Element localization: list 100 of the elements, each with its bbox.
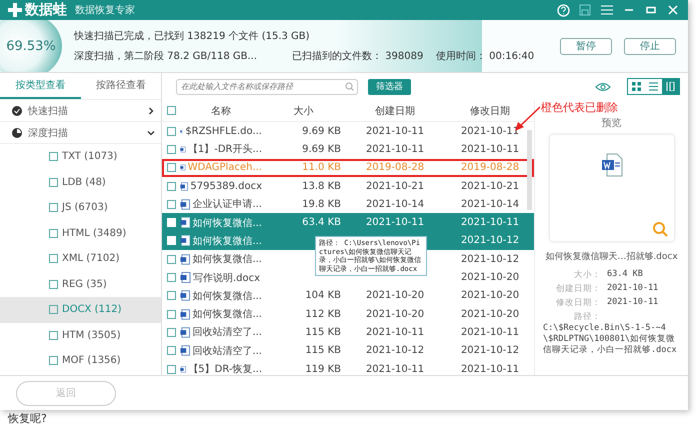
column-header[interactable]: 大小 <box>262 104 345 118</box>
modified-date: 2019-08-28 <box>460 162 520 174</box>
document-icon <box>180 144 186 155</box>
checkbox[interactable] <box>49 203 58 212</box>
modified-date: 2021-10-12 <box>460 254 520 265</box>
document-icon <box>180 345 190 356</box>
document-icon <box>180 308 190 320</box>
created-date: 2021-10-14 <box>364 198 426 210</box>
menu-icon[interactable] <box>600 3 614 17</box>
file-type-item[interactable]: TXT (1073) <box>0 144 161 170</box>
filter-button[interactable]: 筛选器 <box>368 78 411 94</box>
modified-date: 2021-10-14 <box>460 198 520 210</box>
file-name: 如何恢复微信... <box>192 290 262 303</box>
created-date: 2019-08-28 <box>364 162 426 174</box>
list-view-icon <box>649 82 658 91</box>
page-text: 恢复呢? <box>6 411 48 427</box>
checkbox[interactable] <box>49 228 58 238</box>
select-all-checkbox[interactable] <box>167 106 176 115</box>
scan-tree-node[interactable]: 深度扫描 <box>0 122 161 144</box>
row-checkbox[interactable] <box>167 346 176 356</box>
detail-label: 修改日期： <box>555 297 601 309</box>
file-size: 115 KB <box>304 345 342 356</box>
check-circle-icon <box>12 106 22 116</box>
file-size: 104 KB <box>304 290 342 302</box>
checkbox[interactable] <box>49 280 58 289</box>
file-name: 企业认证申请... <box>192 198 262 212</box>
file-type-item[interactable]: HTM (3505) <box>0 322 161 348</box>
file-size: 63.4 KB <box>301 217 342 228</box>
document-icon <box>180 217 190 228</box>
row-checkbox[interactable] <box>167 200 176 209</box>
row-checkbox[interactable] <box>167 163 176 172</box>
file-type-item[interactable]: XML (7102) <box>0 246 161 272</box>
file-size: 9.69 KB <box>301 144 342 155</box>
search-field[interactable]: 在此处输入文件名称或保存路径 <box>176 78 358 94</box>
file-type-item[interactable]: JS (6703) <box>0 195 161 220</box>
file-path: C:\$Recycle.Bin\S-1-5-~4\$RDLPTNG\100801\如何恢复微信聊天记录，小白一招就够.docx <box>543 323 678 356</box>
scrollbar[interactable] <box>527 130 532 210</box>
row-checkbox[interactable] <box>167 310 176 319</box>
modified-date: 2021-10-11 <box>460 326 520 338</box>
file-name: 【1】-DR开头... <box>188 142 262 156</box>
stop-button[interactable]: 停止 <box>624 38 676 54</box>
preview-filename: 如何恢复微信聊天…招就够.docx <box>545 250 678 263</box>
checkbox[interactable] <box>49 356 58 366</box>
created-date: 2021-10-12 <box>364 345 426 356</box>
close-icon[interactable] <box>666 3 680 17</box>
file-name: 如何恢复微信... <box>192 308 262 322</box>
column-header[interactable]: 修改日期 <box>445 104 534 118</box>
help-icon[interactable] <box>556 3 570 17</box>
row-checkbox[interactable] <box>167 254 176 264</box>
column-header[interactable]: 创建日期 <box>345 104 445 118</box>
file-size: 9.69 KB <box>301 126 342 137</box>
file-type-item[interactable]: LDB (48) <box>0 170 161 195</box>
column-header[interactable]: 名称 <box>180 104 262 118</box>
file-name: WDAGPlaceh... <box>188 162 262 174</box>
checkbox[interactable] <box>49 305 58 314</box>
scan-tree-node[interactable]: 快速扫描 <box>0 100 161 122</box>
view-tab[interactable]: 按路径查看 <box>80 73 161 99</box>
pause-button[interactable]: 暂停 <box>560 38 612 54</box>
annotation-text: 橙色代表已删除 <box>541 100 618 115</box>
file-type-item[interactable]: MOF (1356) <box>0 348 161 374</box>
checkbox[interactable] <box>49 178 58 187</box>
files-scanned-text: 已扫描到的文件数： 398089 <box>292 50 424 63</box>
file-row[interactable]: 如何恢复微信... 63.4 KB 2021-10-11 2021-10-11 <box>162 213 534 232</box>
created-date: 2021-10-11 <box>364 364 426 374</box>
save-icon[interactable] <box>578 3 592 17</box>
file-name: $RZSHFLE.do... <box>185 126 262 137</box>
eye-icon[interactable] <box>595 82 611 92</box>
created-date: 2021-10-11 <box>364 217 426 228</box>
checkbox[interactable] <box>49 330 58 340</box>
view-tab[interactable]: 按类型查看 <box>0 73 80 99</box>
view-mode-button[interactable] <box>662 79 679 94</box>
file-size: 119 KB <box>304 364 342 374</box>
file-type-item[interactable]: REG (35) <box>0 272 161 297</box>
row-checkbox[interactable] <box>167 364 176 374</box>
preview-title: 预览 <box>602 117 622 130</box>
row-checkbox[interactable] <box>167 182 176 191</box>
document-icon <box>180 326 190 338</box>
file-type-item[interactable]: HTML (3489) <box>0 220 161 246</box>
row-checkbox[interactable] <box>167 144 176 154</box>
document-icon <box>180 235 190 246</box>
file-name: 写作说明.docx <box>193 272 260 285</box>
checkbox[interactable] <box>49 152 58 162</box>
row-checkbox[interactable] <box>167 291 176 300</box>
modified-date: 2021-10-11 <box>460 144 520 155</box>
created-date: 2021-10-11 <box>364 126 426 137</box>
document-icon <box>180 180 188 192</box>
cross-logo-icon <box>8 3 22 17</box>
row-checkbox[interactable] <box>167 126 176 136</box>
modified-date: 2021-10-20 <box>460 272 520 284</box>
row-checkbox[interactable] <box>167 328 176 337</box>
document-icon <box>180 290 190 302</box>
document-icon <box>180 162 186 174</box>
modified-date: 2021-10-11 <box>460 217 520 228</box>
detail-label: 创建日期： <box>555 283 601 295</box>
zoom-icon[interactable] <box>652 221 668 237</box>
file-size: 13.8 KB <box>301 180 342 192</box>
document-icon <box>180 254 190 265</box>
checkbox[interactable] <box>49 254 58 264</box>
modified-date: 2021-10-20 <box>460 308 520 320</box>
row-checkbox[interactable] <box>167 273 176 282</box>
